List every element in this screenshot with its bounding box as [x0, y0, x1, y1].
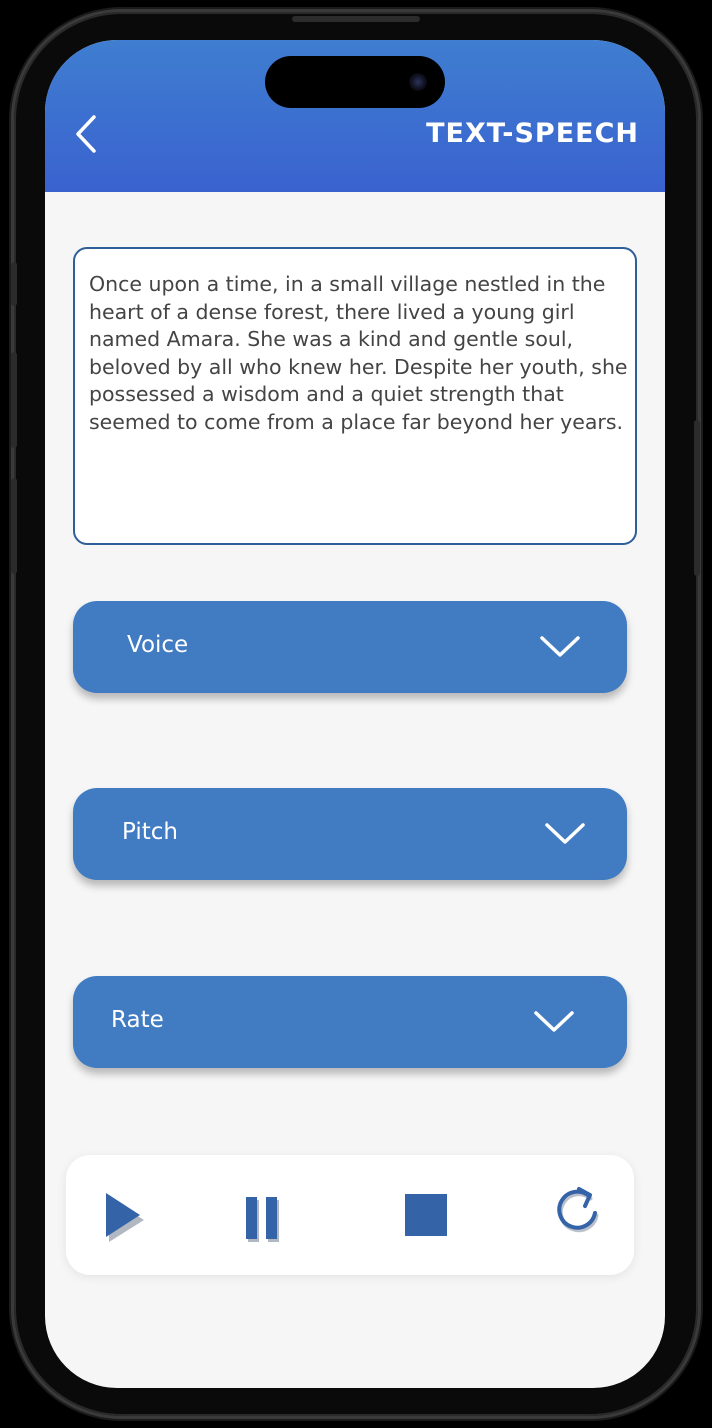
chevron-left-icon — [76, 115, 96, 153]
action-button — [11, 262, 17, 306]
voice-dropdown-label: Voice — [127, 632, 189, 658]
play-button[interactable] — [102, 1189, 146, 1243]
back-button[interactable] — [67, 112, 107, 156]
page-title: TEXT-SPEECH — [426, 118, 639, 149]
device-stage: TEXT-SPEECH Once upon a time, in a small… — [0, 0, 712, 1428]
refresh-icon — [557, 1187, 599, 1233]
voice-dropdown[interactable]: Voice — [73, 601, 627, 693]
chevron-down-icon — [534, 1011, 574, 1032]
text-input[interactable]: Once upon a time, in a small village nes… — [73, 247, 637, 545]
power-button — [694, 420, 700, 576]
stop-button[interactable] — [404, 1193, 448, 1237]
chevron-down-icon — [545, 823, 585, 844]
rate-dropdown-label: Rate — [111, 1007, 164, 1033]
pitch-dropdown[interactable]: Pitch — [73, 788, 627, 880]
volume-down-button — [11, 478, 17, 574]
pause-icon — [246, 1197, 279, 1242]
app-screen: TEXT-SPEECH Once upon a time, in a small… — [45, 40, 665, 1388]
volume-up-button — [11, 352, 17, 448]
front-camera — [409, 73, 427, 91]
restart-button[interactable] — [552, 1185, 602, 1237]
pitch-dropdown-label: Pitch — [122, 819, 178, 845]
dynamic-island — [265, 56, 445, 108]
rate-dropdown[interactable]: Rate — [73, 976, 627, 1068]
chevron-down-icon — [540, 636, 580, 657]
play-icon — [106, 1193, 144, 1242]
playback-controls — [66, 1155, 634, 1275]
stop-icon — [405, 1194, 447, 1236]
pause-button[interactable] — [244, 1195, 284, 1243]
earpiece — [292, 16, 420, 22]
